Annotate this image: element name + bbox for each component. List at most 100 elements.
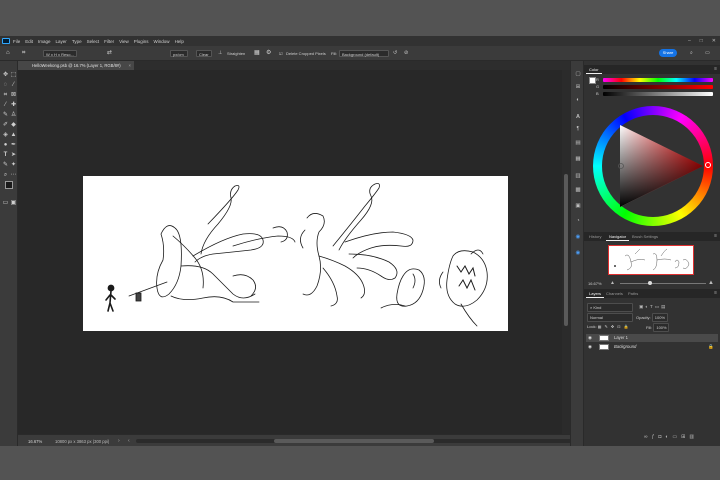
panel-menu-icon[interactable]: ≡ bbox=[714, 232, 717, 241]
move-tool-icon[interactable]: ✥ bbox=[2, 72, 9, 79]
zoom-tool-icon[interactable]: ⌕ bbox=[2, 172, 9, 179]
character-icon[interactable]: A bbox=[574, 114, 582, 121]
zoom-out-icon[interactable]: ▲ bbox=[610, 280, 615, 286]
group-icon[interactable]: ▭ bbox=[672, 434, 681, 440]
tab-brush-settings[interactable]: Brush Settings bbox=[629, 232, 661, 241]
color-triangle[interactable] bbox=[593, 106, 713, 226]
menu-plugins[interactable]: Plugins bbox=[134, 39, 149, 44]
tab-color[interactable]: Color bbox=[586, 65, 602, 74]
layer-name[interactable]: Background bbox=[614, 343, 636, 351]
menu-select[interactable]: Select bbox=[87, 39, 100, 44]
color-wheel[interactable] bbox=[593, 106, 713, 226]
ratio-dropdown[interactable]: W x H x Reso... bbox=[43, 50, 77, 57]
libraries-icon[interactable]: ⊞ bbox=[574, 84, 582, 91]
zoom-in-icon[interactable]: ▲ bbox=[708, 280, 714, 286]
vertical-scroll-thumb[interactable] bbox=[564, 174, 568, 326]
gradients-icon[interactable]: ▥ bbox=[574, 173, 582, 180]
search-icon[interactable]: ⌕ bbox=[690, 50, 693, 57]
menu-filter[interactable]: Filter bbox=[104, 39, 114, 44]
stamp-tool-icon[interactable]: ♙ bbox=[10, 112, 17, 119]
zoom-slider-handle[interactable] bbox=[648, 281, 652, 285]
lasso-tool-icon[interactable]: ◌ bbox=[2, 82, 9, 89]
document-info[interactable]: 10800 px x 3863 px (300 ppi) bbox=[55, 438, 109, 445]
horizontal-scroll-thumb[interactable] bbox=[274, 439, 434, 443]
tab-navigator[interactable]: Navigator bbox=[606, 232, 630, 241]
paragraph-icon[interactable]: ¶ bbox=[574, 126, 582, 133]
brush-tool-icon[interactable]: ✎ bbox=[2, 112, 9, 119]
tab-history[interactable]: History bbox=[586, 232, 604, 241]
minimize-icon[interactable]: – bbox=[688, 38, 691, 44]
lock-icons[interactable]: ▦✎✥⊡🔒 bbox=[598, 324, 632, 329]
panel-menu-icon[interactable]: ≡ bbox=[714, 65, 717, 74]
quick-mask-icon[interactable]: ▭ bbox=[2, 200, 9, 207]
styles-icon[interactable]: ▣ bbox=[574, 203, 582, 210]
close-icon[interactable]: ✕ bbox=[712, 38, 716, 44]
custom-shape-icon[interactable]: ✎ bbox=[2, 162, 9, 169]
eraser-icon[interactable]: ◆ bbox=[10, 122, 17, 129]
navigator-icon[interactable]: ◉ bbox=[574, 250, 582, 257]
pen-tool-icon[interactable]: ✒ bbox=[10, 142, 17, 149]
eyedropper-icon[interactable]: ⁄ bbox=[2, 102, 9, 109]
document-tab[interactable]: HelloWeekong.psb @ 16.7% (Layer 1, RGB/8… bbox=[18, 61, 134, 70]
cancel-icon[interactable]: ⊘ bbox=[404, 50, 408, 57]
settings-gear-icon[interactable]: ⚙ bbox=[266, 50, 271, 57]
home-icon[interactable]: ⌂ bbox=[6, 50, 10, 57]
document-canvas[interactable] bbox=[83, 176, 508, 331]
navigator-zoom-value[interactable]: 16.67% bbox=[588, 281, 602, 286]
units-field[interactable]: px/cm bbox=[170, 50, 188, 57]
panel-menu-icon[interactable]: ≡ bbox=[714, 289, 717, 298]
crop-tool-icon[interactable]: ⌗ bbox=[22, 50, 25, 57]
dodge-tool-icon[interactable]: ● bbox=[2, 142, 9, 149]
patterns-icon[interactable]: ▩ bbox=[574, 187, 582, 194]
adjustments-icon[interactable]: ◐ bbox=[574, 97, 582, 104]
tab-paths[interactable]: Paths bbox=[625, 289, 641, 298]
rectangle-tool-icon[interactable]: ✦ bbox=[10, 162, 17, 169]
layer-fill-value[interactable]: 100% bbox=[653, 323, 670, 332]
swap-icon[interactable]: ⇄ bbox=[107, 50, 112, 57]
tab-layers[interactable]: Layers bbox=[586, 289, 605, 298]
history-brush-icon[interactable]: ✐ bbox=[2, 122, 9, 129]
straighten-icon[interactable]: ⊥ bbox=[218, 50, 222, 57]
delete-layer-icon[interactable]: ▥ bbox=[689, 434, 698, 440]
brightness-slider[interactable] bbox=[603, 92, 713, 96]
healing-brush-icon[interactable]: ✚ bbox=[10, 102, 17, 109]
maximize-icon[interactable]: □ bbox=[700, 38, 703, 44]
layer-row-layer-1[interactable]: ◉ Layer 1 bbox=[586, 334, 718, 342]
opacity-value[interactable]: 100% bbox=[651, 313, 668, 322]
swatches-icon[interactable]: ▦ bbox=[574, 156, 582, 163]
navigator-zoom-slider[interactable] bbox=[620, 281, 706, 285]
layer-row-background[interactable]: ◉ Background 🔒 bbox=[586, 343, 718, 351]
paint-bucket-icon[interactable]: ◈ bbox=[2, 132, 9, 139]
history-icon[interactable]: ◉ bbox=[574, 234, 582, 241]
vertical-scrollbar[interactable] bbox=[562, 70, 570, 434]
grid-overlay-icon[interactable]: ▦ bbox=[254, 50, 260, 57]
crop-icon[interactable]: ⌗ bbox=[2, 92, 9, 99]
screen-mode-icon[interactable]: ▣ bbox=[10, 200, 17, 207]
properties-icon[interactable]: ▤ bbox=[574, 140, 582, 147]
blend-mode-dropdown[interactable]: Normal bbox=[587, 313, 633, 322]
saturation-slider[interactable] bbox=[603, 85, 713, 89]
layer-name[interactable]: Layer 1 bbox=[614, 334, 628, 342]
foreground-color-swatch[interactable] bbox=[5, 181, 13, 189]
comments-icon[interactable]: ▢ bbox=[574, 71, 582, 78]
menu-view[interactable]: View bbox=[119, 39, 129, 44]
tab-channels[interactable]: Channels bbox=[603, 289, 626, 298]
blur-tool-icon[interactable]: ▲ bbox=[10, 132, 17, 139]
artboard-tool-icon[interactable]: ⬚ bbox=[10, 72, 17, 79]
clear-button[interactable]: Clear bbox=[196, 50, 212, 57]
visibility-eye-icon[interactable]: ◉ bbox=[588, 343, 592, 351]
frame-tool-icon[interactable]: ⊠ bbox=[10, 92, 17, 99]
menu-help[interactable]: Help bbox=[175, 39, 184, 44]
link-layers-icon[interactable]: ∞ bbox=[644, 434, 652, 440]
layer-filter[interactable]: ⌕ Kind bbox=[587, 303, 633, 312]
shapes-icon[interactable]: ◔ bbox=[574, 218, 582, 225]
zoom-level-field[interactable]: 16.67% bbox=[28, 438, 50, 445]
horizontal-scrollbar[interactable] bbox=[136, 439, 576, 443]
menu-image[interactable]: Image bbox=[38, 39, 51, 44]
menu-file[interactable]: File bbox=[13, 39, 20, 44]
opacity-control[interactable]: Opacity: 100% bbox=[636, 313, 668, 322]
hue-slider[interactable] bbox=[603, 78, 713, 82]
close-tab-icon[interactable]: × bbox=[129, 61, 131, 70]
layer-filter-icons[interactable]: ▣◐T▭▤ bbox=[639, 303, 667, 310]
scroll-left-icon[interactable]: ‹ bbox=[128, 438, 130, 445]
